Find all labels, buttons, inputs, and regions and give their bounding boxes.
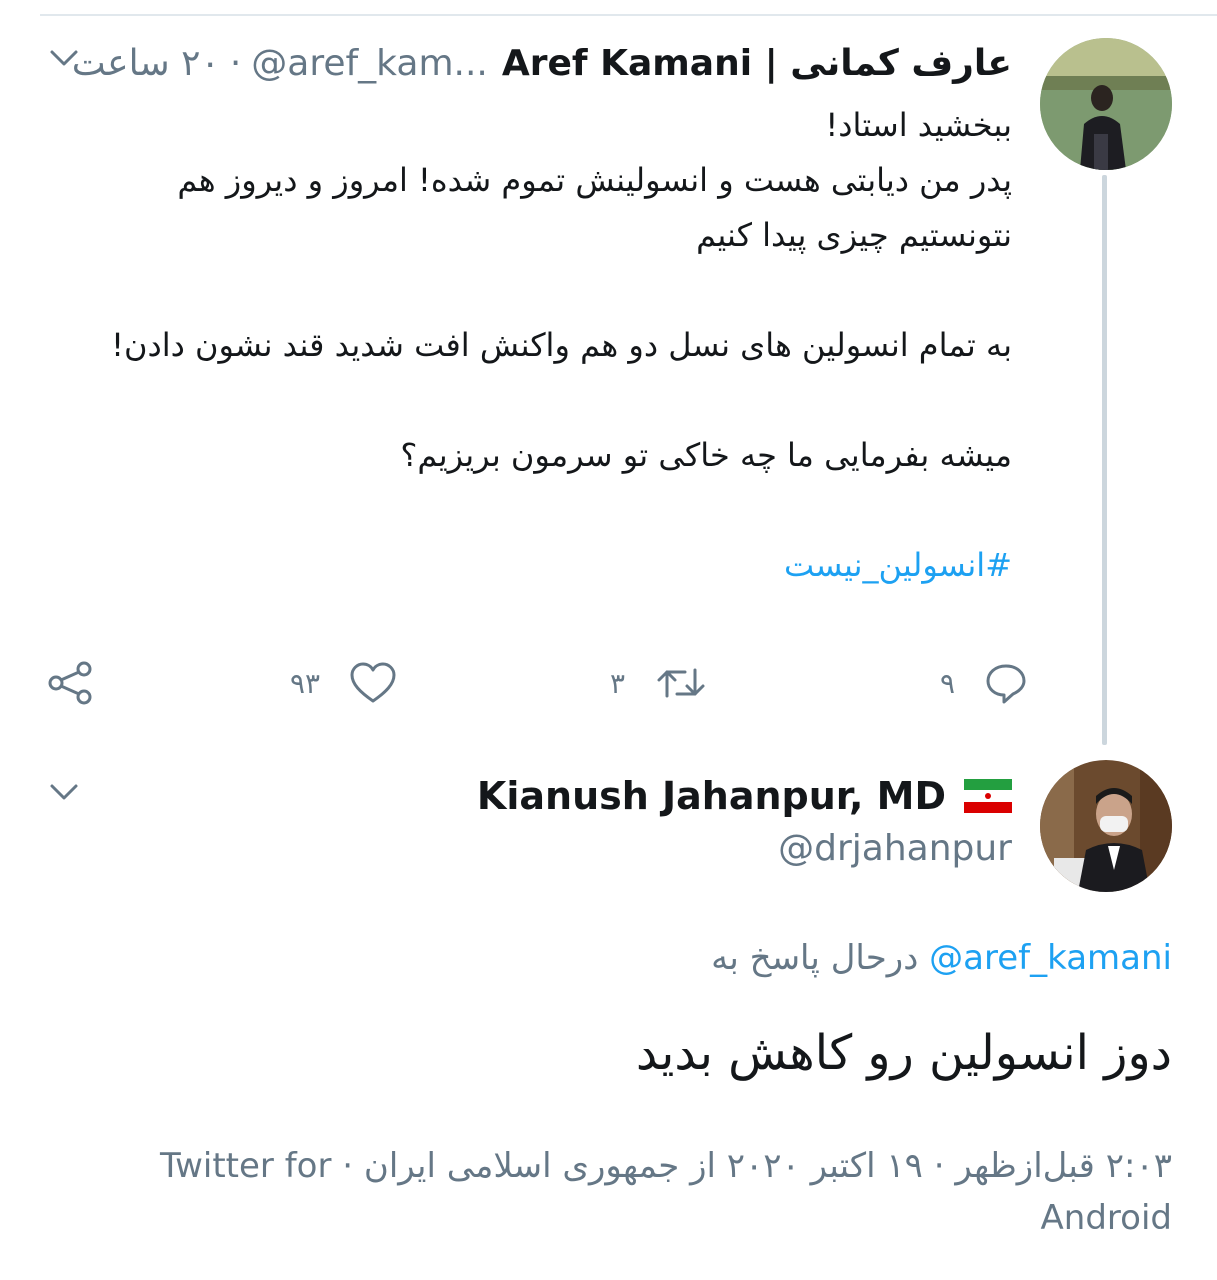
avatar-photo (1040, 760, 1172, 892)
tweet-text-line: ببخشید استاد! (825, 106, 1012, 144)
replying-to: درحال پاسخ به @aref_kamani (711, 938, 1172, 978)
avatar-photo (1040, 38, 1172, 170)
iran-flag-icon (964, 779, 1012, 813)
avatar-kianush-jahanpur[interactable] (1040, 760, 1172, 892)
reply-action[interactable]: ۹ (940, 655, 1029, 711)
chevron-down-icon[interactable] (46, 780, 82, 804)
avatar-aref-kamani[interactable] (1040, 38, 1172, 170)
heart-icon[interactable] (348, 660, 398, 706)
top-divider (40, 14, 1217, 16)
tweet-body: ببخشید استاد! پدر من دیابتی هست و انسولی… (82, 98, 1012, 593)
tweet-meta: ۲:۰۳ قبل‌ازظهر · ۱۹ اکتبر ۲۰۲۰ از جمهوری… (159, 1146, 1172, 1238)
thread-line (1102, 175, 1107, 745)
handle[interactable]: @drjahanpur (778, 828, 1012, 869)
replying-to-label: درحال پاسخ به (711, 938, 919, 978)
tweet-text: دوز انسولین رو کاهش بدید (635, 1025, 1172, 1081)
tweet2-name-row: Kianush Jahanpur, MD (477, 774, 1012, 818)
share-icon[interactable] (46, 660, 96, 706)
reply-icon[interactable] (983, 660, 1029, 706)
retweet-icon[interactable] (653, 660, 709, 706)
tweet-text-line: میشه بفرمایی ما چه خاکی تو سرمون بریزیم؟ (400, 436, 1012, 474)
tweet-text-line: به تمام انسولین های نسل دو هم واکنش افت … (111, 326, 1012, 364)
like-action[interactable]: ۹۳ (290, 655, 398, 711)
separator-dot: · (229, 42, 242, 84)
reply-handle-link[interactable]: @aref_kamani (929, 938, 1172, 978)
retweet-action[interactable]: ۳ (610, 655, 709, 711)
retweet-count: ۳ (610, 666, 626, 700)
tweet-text-line: پدر من دیابتی هست و انسولینش تموم شده! ا… (177, 161, 1012, 254)
display-name[interactable]: عارف کمانی | Aref Kamani (502, 43, 1012, 84)
hashtag-link[interactable]: #انسولین_نیست (82, 538, 1012, 593)
like-count: ۹۳ (290, 666, 321, 700)
handle[interactable]: @aref_kam... (251, 43, 488, 84)
display-name[interactable]: Kianush Jahanpur, MD (477, 774, 946, 818)
tweet-time[interactable]: ۲۰ ساعت (72, 43, 220, 84)
share-action[interactable] (46, 655, 96, 711)
reply-count: ۹ (940, 666, 956, 700)
tweet-header: عارف کمانی | Aref Kamani @aref_kam... · … (72, 38, 1012, 88)
